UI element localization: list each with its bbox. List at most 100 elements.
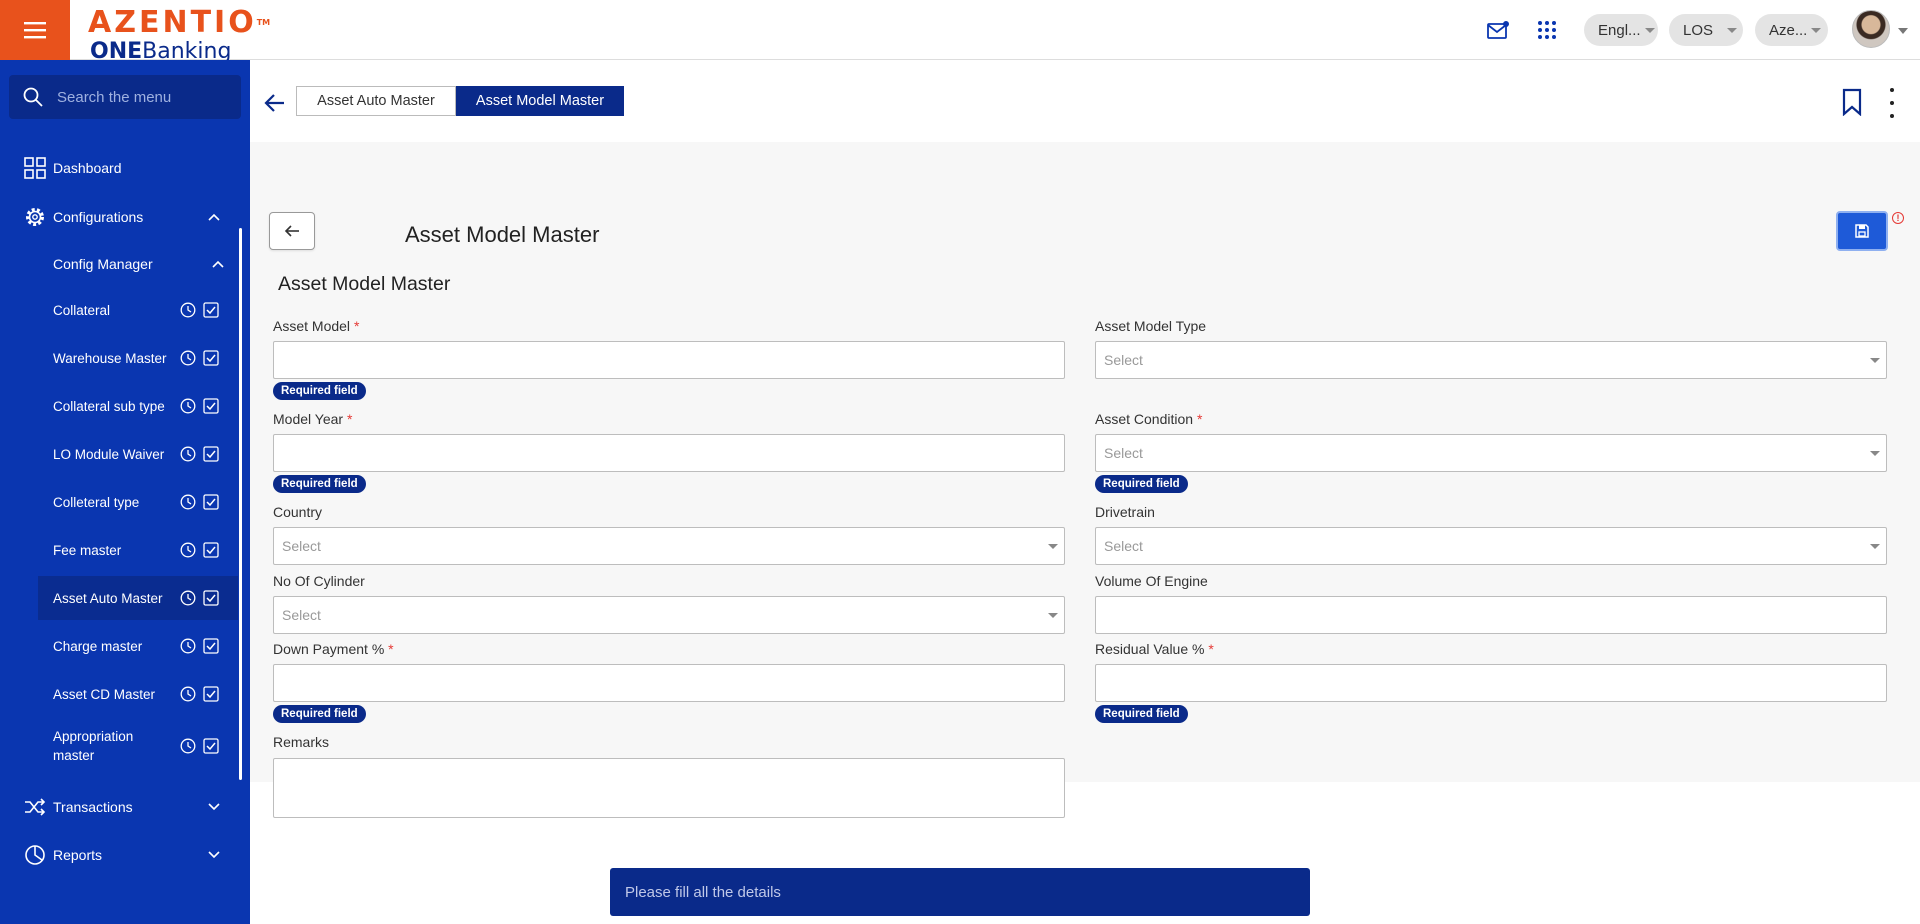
sidebar-scrollbar[interactable] (239, 228, 242, 780)
model-year-input[interactable] (274, 435, 1064, 471)
asset-model-type-select[interactable]: Select (1095, 341, 1887, 379)
bookmark-icon[interactable] (1842, 88, 1862, 116)
asset-condition-select[interactable]: Select (1095, 434, 1887, 472)
label-text: Residual Value % (1095, 641, 1205, 657)
module-value: LOS (1683, 21, 1714, 39)
form-panel: Asset Model Master ! Asset Model Master … (250, 142, 1920, 818)
clock-icon[interactable] (180, 686, 196, 702)
sidebar-item-config-manager[interactable]: Config Manager (0, 252, 240, 276)
clock-icon[interactable] (180, 638, 196, 654)
no-of-cylinder-select[interactable]: Select (273, 596, 1065, 634)
page-title: Asset Model Master (405, 222, 600, 247)
mail-button[interactable] (1484, 16, 1512, 44)
residual-value-error-badge: Required field (1095, 705, 1188, 723)
user-avatar[interactable] (1852, 10, 1890, 48)
clock-icon[interactable] (180, 302, 196, 318)
entity-selector[interactable]: Aze... (1755, 14, 1828, 46)
module-selector[interactable]: LOS (1669, 14, 1743, 46)
top-bar: AZENTIOTM ONEBanking Engl... LOS Aze... (0, 0, 1920, 60)
clock-icon[interactable] (180, 494, 196, 510)
back-button[interactable] (269, 212, 315, 250)
no-of-cylinder-label: No Of Cylinder (273, 573, 365, 589)
chevron-up-icon (212, 258, 224, 270)
clock-icon[interactable] (180, 446, 196, 462)
hamburger-menu-button[interactable] (0, 0, 70, 60)
remarks-field[interactable] (273, 758, 1065, 818)
sidebar-item-colleteral-type[interactable]: Colleteral type (38, 480, 238, 524)
checkbox-icon[interactable] (203, 446, 219, 462)
down-payment-input[interactable] (274, 665, 1064, 701)
sidebar-item-collateral-sub-type[interactable]: Collateral sub type (38, 384, 238, 428)
clock-icon[interactable] (180, 542, 196, 558)
sidebar-item-label: Charge master (53, 638, 143, 654)
sidebar-item-label: Asset Auto Master (53, 590, 163, 606)
more-options-icon[interactable] (1886, 88, 1898, 118)
menu-search-input[interactable] (57, 88, 227, 106)
clock-icon[interactable] (180, 350, 196, 366)
country-label: Country (273, 504, 323, 520)
checkbox-icon[interactable] (203, 398, 219, 414)
volume-of-engine-input[interactable] (1096, 597, 1886, 633)
menu-search[interactable] (9, 75, 241, 119)
clock-icon[interactable] (180, 398, 196, 414)
down-payment-field[interactable] (273, 664, 1065, 702)
sidebar-item-charge-master[interactable]: Charge master (38, 624, 238, 668)
sidebar-item-appropriation-master[interactable]: Appropriation master (38, 720, 238, 772)
country-select[interactable]: Select (273, 527, 1065, 565)
asset-model-input[interactable] (274, 342, 1064, 378)
drivetrain-select[interactable]: Select (1095, 527, 1887, 565)
checkbox-icon[interactable] (203, 738, 219, 754)
tab-asset-auto-master[interactable]: Asset Auto Master (296, 86, 456, 116)
section-title: Asset Model Master (278, 273, 451, 295)
apps-grid-button[interactable] (1533, 16, 1561, 44)
volume-of-engine-field[interactable] (1095, 596, 1887, 634)
model-year-error-badge: Required field (273, 475, 366, 493)
select-placeholder: Select (1104, 445, 1143, 461)
asset-model-label: Asset Model * (273, 318, 359, 334)
profile-menu-chevron-icon[interactable] (1898, 28, 1908, 34)
checkbox-icon[interactable] (203, 302, 219, 318)
checkbox-icon[interactable] (203, 686, 219, 702)
checkbox-icon[interactable] (203, 494, 219, 510)
sidebar-item-configurations[interactable]: Configurations (0, 205, 240, 229)
info-alert-icon[interactable]: ! (1892, 212, 1904, 224)
entity-value: Aze... (1769, 21, 1808, 39)
tab-asset-model-master[interactable]: Asset Model Master (456, 86, 624, 116)
clock-icon[interactable] (180, 590, 196, 606)
sidebar-item-reports[interactable]: Reports (0, 843, 240, 867)
sidebar-item-warehouse-master[interactable]: Warehouse Master (38, 336, 238, 380)
asset-condition-error-badge: Required field (1095, 475, 1188, 493)
checkbox-icon[interactable] (203, 350, 219, 366)
sidebar-item-label: Configurations (53, 209, 144, 225)
sidebar-item-label: LO Module Waiver (53, 446, 165, 462)
main-area: Asset Auto Master Asset Model Master Ass… (250, 60, 1920, 924)
model-year-label: Model Year * (273, 411, 352, 427)
tab-label: Asset Model Master (475, 93, 605, 109)
sidebar-item-label: Fee master (53, 542, 122, 558)
language-selector[interactable]: Engl... (1584, 14, 1658, 46)
sidebar-item-fee-master[interactable]: Fee master (38, 528, 238, 572)
sidebar-item-asset-cd-master[interactable]: Asset CD Master (38, 672, 238, 716)
chevron-down-icon (208, 849, 220, 861)
remarks-textarea[interactable] (274, 759, 1064, 817)
model-year-field[interactable] (273, 434, 1065, 472)
checkbox-icon[interactable] (203, 590, 219, 606)
clock-icon[interactable] (180, 738, 196, 754)
sidebar-item-collateral[interactable]: Collateral (38, 288, 238, 332)
checkbox-icon[interactable] (203, 638, 219, 654)
sidebar-item-dashboard[interactable]: Dashboard (0, 156, 240, 180)
sidebar-item-lo-module-waiver[interactable]: LO Module Waiver (38, 432, 238, 476)
sidebar: Dashboard Configurations Config Manager … (0, 60, 250, 924)
save-button[interactable] (1836, 211, 1888, 251)
sidebar-item-transactions[interactable]: Transactions (0, 795, 240, 819)
residual-value-field[interactable] (1095, 664, 1887, 702)
asset-model-field[interactable] (273, 341, 1065, 379)
residual-value-input[interactable] (1096, 665, 1886, 701)
checkbox-icon[interactable] (203, 542, 219, 558)
sidebar-item-label: Appropriation master (53, 729, 134, 763)
back-arrow-icon[interactable] (262, 90, 288, 116)
sidebar-item-asset-auto-master[interactable]: Asset Auto Master (38, 576, 238, 620)
select-placeholder: Select (282, 607, 321, 623)
required-mark: * (346, 411, 353, 427)
arrow-left-icon (284, 225, 299, 237)
